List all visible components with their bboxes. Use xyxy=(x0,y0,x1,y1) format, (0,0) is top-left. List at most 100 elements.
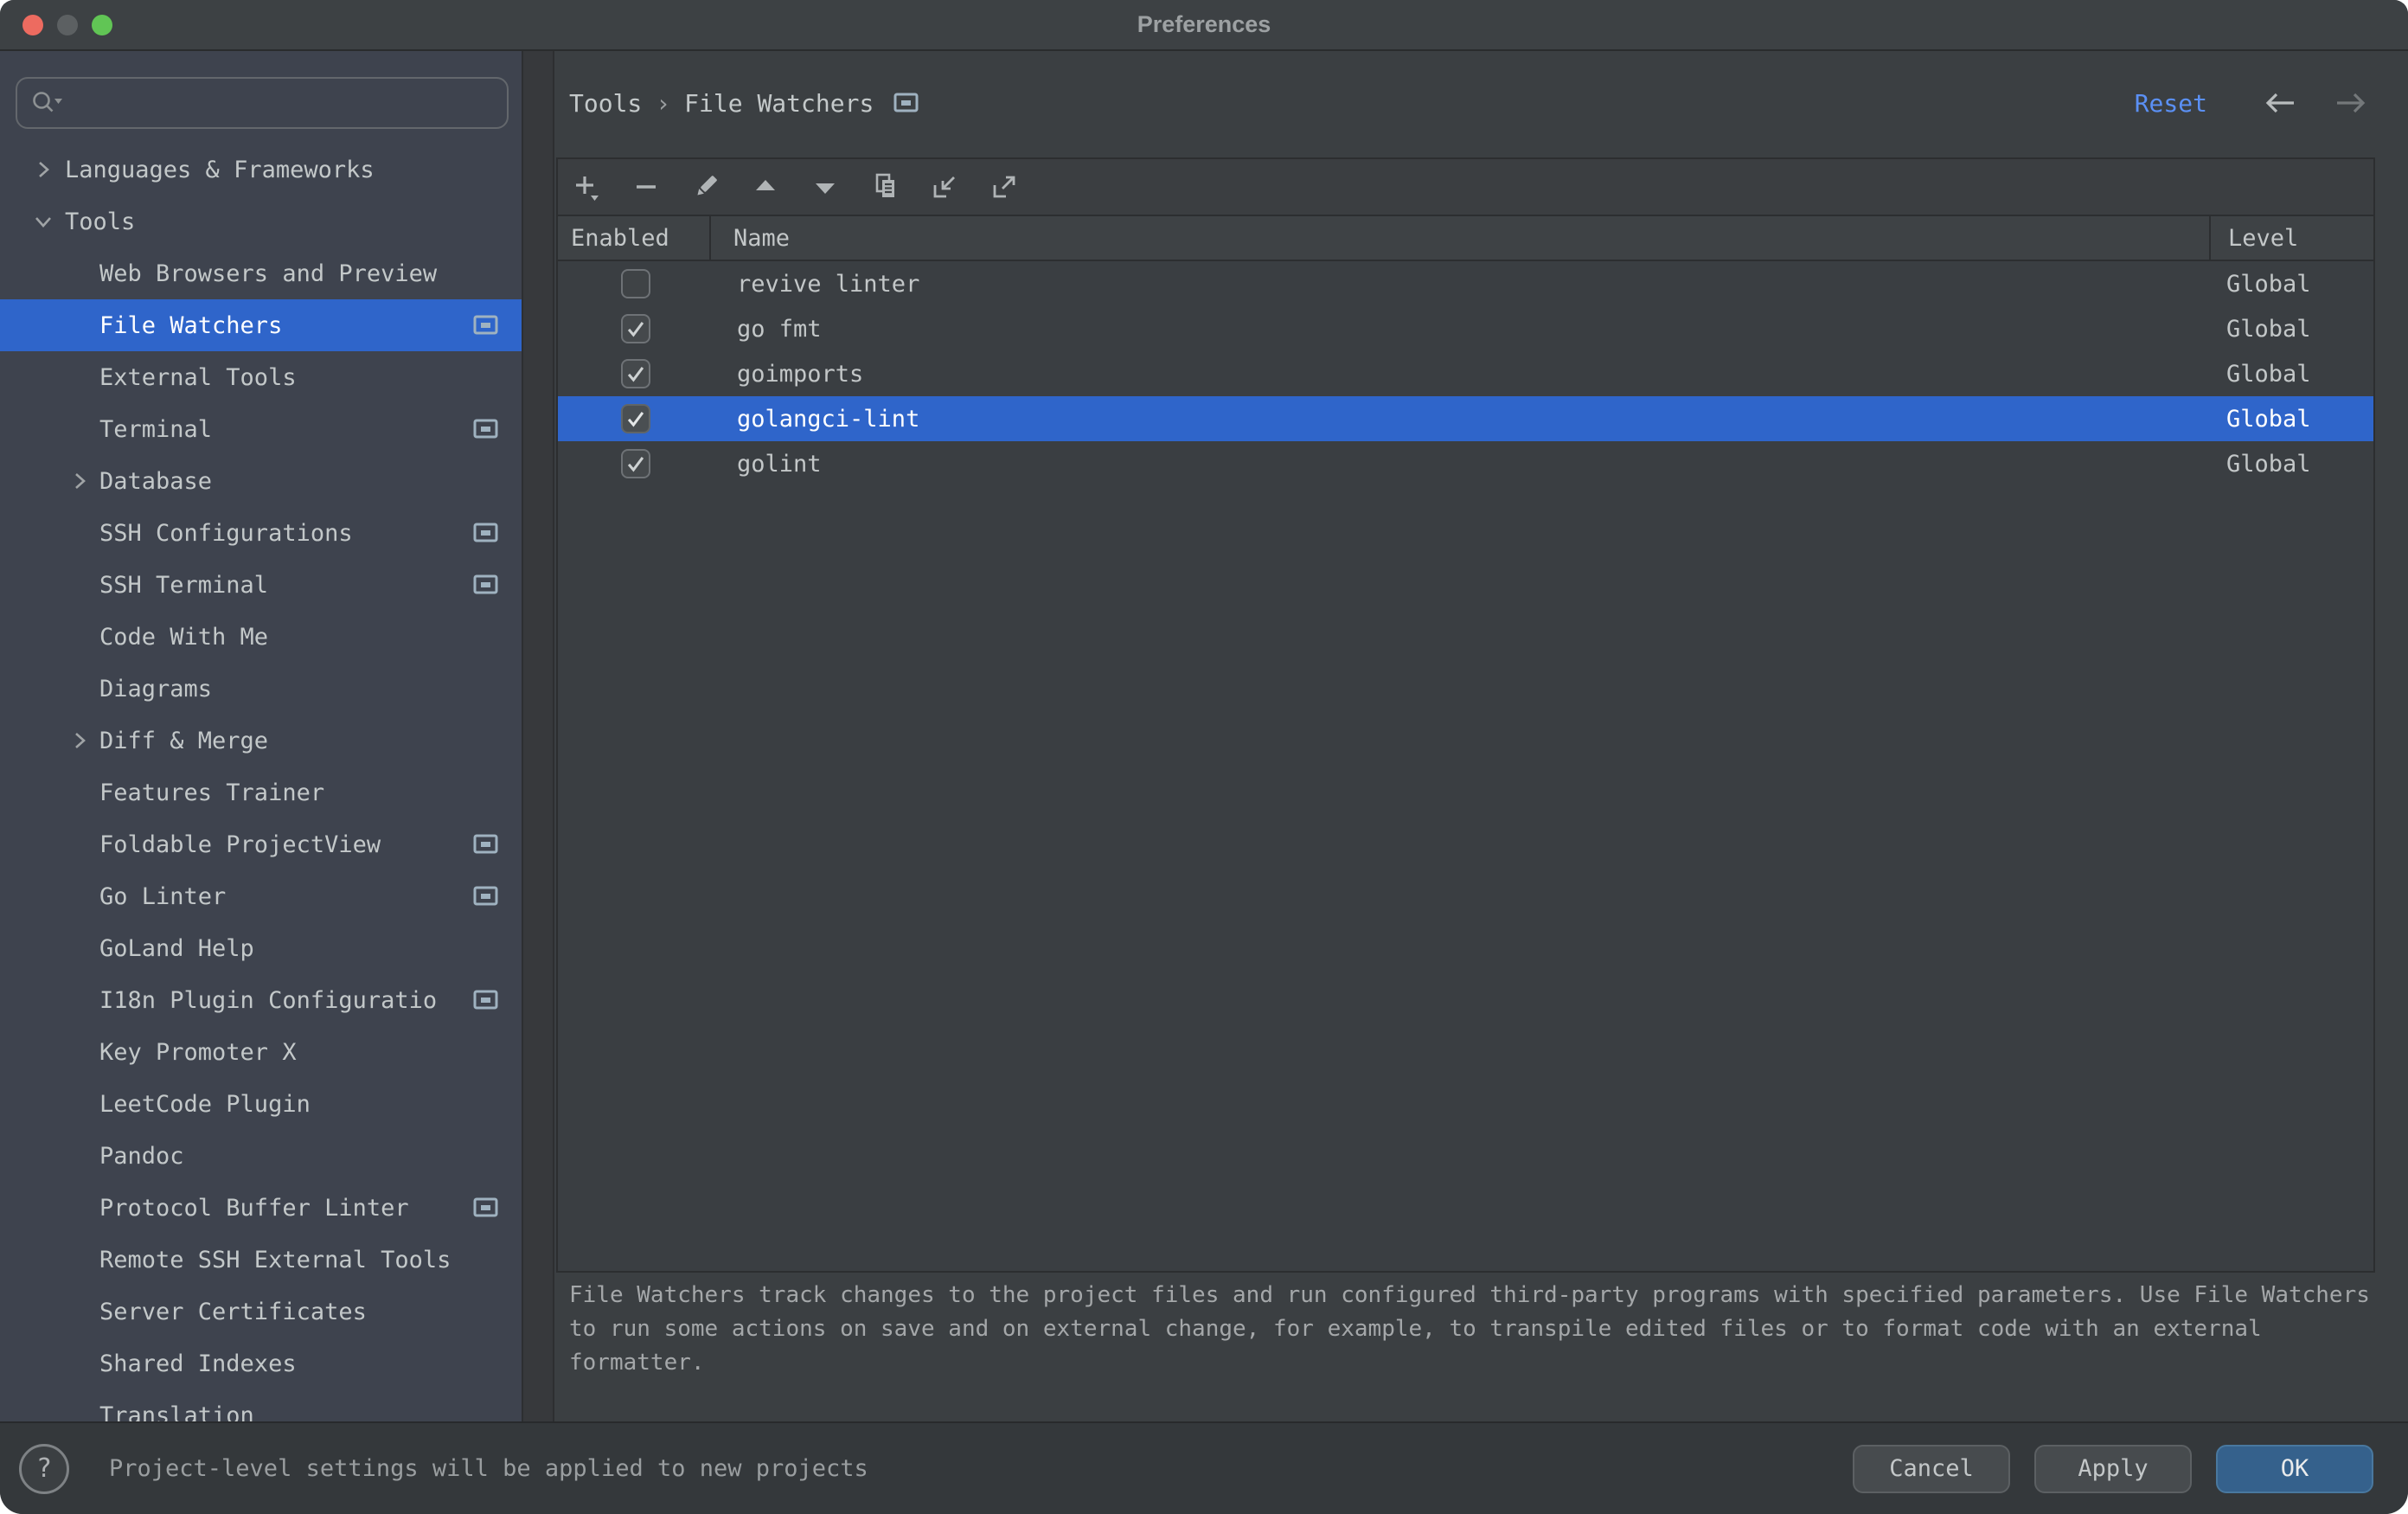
sidebar-items: Languages & Frameworks Tools Web Browser… xyxy=(0,144,522,1421)
sidebar-item-label: Database xyxy=(99,468,212,495)
sidebar-item-goland-help[interactable]: GoLand Help xyxy=(0,922,522,974)
sidebar-item-label: Diagrams xyxy=(99,676,212,702)
sidebar-scrollbar[interactable] xyxy=(522,51,554,1421)
table-row-goimports[interactable]: goimports Global xyxy=(558,351,2373,396)
add-button[interactable] xyxy=(572,172,601,202)
sidebar-item-database[interactable]: Database xyxy=(0,455,522,507)
sidebar-item-label: GoLand Help xyxy=(99,935,254,962)
footer-bar: ? Project-level settings will be applied… xyxy=(0,1421,2408,1514)
enabled-checkbox[interactable] xyxy=(621,269,650,298)
sidebar-item-key-promoter-x[interactable]: Key Promoter X xyxy=(0,1026,522,1078)
sidebar-item-leetcode-plugin[interactable]: LeetCode Plugin xyxy=(0,1078,522,1130)
screen-icon xyxy=(893,92,920,114)
sidebar-item-translation[interactable]: Translation xyxy=(0,1389,522,1421)
breadcrumb-tools[interactable]: Tools xyxy=(569,89,642,118)
sidebar-item-web-browsers-and-preview[interactable]: Web Browsers and Preview xyxy=(0,247,522,299)
ok-button[interactable]: OK xyxy=(2216,1445,2373,1493)
sidebar-item-external-tools[interactable]: External Tools xyxy=(0,351,522,403)
breadcrumb-separator: › xyxy=(656,89,670,118)
enabled-checkbox[interactable] xyxy=(621,359,650,388)
sidebar-item-remote-ssh-external-tools[interactable]: Remote SSH External Tools xyxy=(0,1234,522,1286)
sidebar-item-ssh-terminal[interactable]: SSH Terminal xyxy=(0,559,522,611)
help-button[interactable]: ? xyxy=(19,1444,69,1494)
duplicate-button[interactable] xyxy=(870,172,900,202)
sidebar-item-label: SSH Terminal xyxy=(99,572,268,599)
sidebar-item-go-linter[interactable]: Go Linter xyxy=(0,870,522,922)
move-down-button[interactable] xyxy=(810,172,840,202)
header-actions: Reset xyxy=(2135,77,2370,129)
search-input[interactable] xyxy=(67,85,507,121)
table-row-revive-linter[interactable]: revive linter Global xyxy=(558,261,2373,306)
back-arrow-icon[interactable] xyxy=(2261,88,2299,118)
traffic-lights xyxy=(22,0,112,49)
sidebar-item-label: Features Trainer xyxy=(99,779,324,806)
status-text: Project-level settings will be applied t… xyxy=(109,1455,868,1482)
sidebar-item-label: Foldable ProjectView xyxy=(99,831,381,858)
edit-button[interactable] xyxy=(691,172,720,202)
sidebar-item-label: Server Certificates xyxy=(99,1299,367,1325)
reset-link[interactable]: Reset xyxy=(2135,89,2207,118)
sidebar-item-foldable-projectview[interactable]: Foldable ProjectView xyxy=(0,818,522,870)
sidebar-item-label: SSH Configurations xyxy=(99,520,353,547)
sidebar-item-label: Go Linter xyxy=(99,883,226,910)
move-up-button[interactable] xyxy=(751,172,780,202)
search-box[interactable] xyxy=(16,77,509,129)
watchers-panel: Enabled Name Level revive linter Global … xyxy=(556,157,2375,1273)
sidebar-item-label: Diff & Merge xyxy=(99,728,268,754)
screen-icon xyxy=(473,1196,499,1219)
column-header-enabled: Enabled xyxy=(558,216,711,260)
chevron-icon xyxy=(66,467,93,495)
export-button[interactable] xyxy=(989,172,1019,202)
watcher-name: goimports xyxy=(713,361,2209,388)
sidebar-item-diagrams[interactable]: Diagrams xyxy=(0,663,522,715)
table-row-go-fmt[interactable]: go fmt Global xyxy=(558,306,2373,351)
table-row-golint[interactable]: golint Global xyxy=(558,441,2373,486)
sidebar-item-protocol-buffer-linter[interactable]: Protocol Buffer Linter xyxy=(0,1182,522,1234)
chevron-icon xyxy=(29,208,57,235)
sidebar-item-pandoc[interactable]: Pandoc xyxy=(0,1130,522,1182)
close-button[interactable] xyxy=(22,15,43,35)
enabled-checkbox[interactable] xyxy=(621,314,650,343)
enabled-checkbox[interactable] xyxy=(621,449,650,478)
sidebar-item-terminal[interactable]: Terminal xyxy=(0,403,522,455)
content-panel: Tools › File Watchers Reset xyxy=(554,51,2408,1421)
column-header-name: Name xyxy=(711,216,2209,260)
sidebar-item-i18n-plugin-configuration[interactable]: I18n Plugin Configuration xyxy=(0,974,522,1026)
sidebar-item-label: LeetCode Plugin xyxy=(99,1091,311,1118)
sidebar-item-diff-merge[interactable]: Diff & Merge xyxy=(0,715,522,767)
sidebar-item-label: Web Browsers and Preview xyxy=(99,260,437,287)
preferences-window: Preferences Languages & Frameworks Tools xyxy=(0,0,2408,1514)
search-icon xyxy=(29,88,67,118)
watcher-level: Global xyxy=(2209,316,2373,343)
enabled-checkbox[interactable] xyxy=(621,404,650,433)
sidebar-item-label: Key Promoter X xyxy=(99,1039,297,1066)
table-row-golangci-lint[interactable]: golangci-lint Global xyxy=(558,396,2373,441)
sidebar-item-label: Terminal xyxy=(99,416,212,443)
screen-icon xyxy=(473,522,499,544)
sidebar-item-code-with-me[interactable]: Code With Me xyxy=(0,611,522,663)
forward-arrow-icon[interactable] xyxy=(2332,88,2370,118)
watcher-name: golint xyxy=(713,451,2209,478)
chevron-icon xyxy=(66,727,93,754)
cancel-button[interactable]: Cancel xyxy=(1853,1445,2010,1493)
sidebar-item-features-trainer[interactable]: Features Trainer xyxy=(0,767,522,818)
sidebar-item-tools[interactable]: Tools xyxy=(0,196,522,247)
screen-icon xyxy=(473,314,499,337)
main-area: Languages & Frameworks Tools Web Browser… xyxy=(0,51,2408,1421)
import-button[interactable] xyxy=(930,172,959,202)
remove-button[interactable] xyxy=(631,172,661,202)
sidebar-item-shared-indexes[interactable]: Shared Indexes xyxy=(0,1338,522,1389)
apply-button[interactable]: Apply xyxy=(2034,1445,2192,1493)
window-title: Preferences xyxy=(1137,11,1271,38)
sidebar-item-file-watchers[interactable]: File Watchers xyxy=(0,299,522,351)
zoom-button[interactable] xyxy=(92,15,112,35)
sidebar-item-languages-frameworks[interactable]: Languages & Frameworks xyxy=(0,144,522,196)
breadcrumb: Tools › File Watchers xyxy=(569,77,920,129)
sidebar-item-label: I18n Plugin Configuration xyxy=(99,987,437,1014)
sidebar-item-label: External Tools xyxy=(99,364,297,391)
minimize-button[interactable] xyxy=(57,15,78,35)
screen-icon xyxy=(473,989,499,1011)
sidebar-item-label: Pandoc xyxy=(99,1143,184,1170)
sidebar-item-server-certificates[interactable]: Server Certificates xyxy=(0,1286,522,1338)
sidebar-item-ssh-configurations[interactable]: SSH Configurations xyxy=(0,507,522,559)
